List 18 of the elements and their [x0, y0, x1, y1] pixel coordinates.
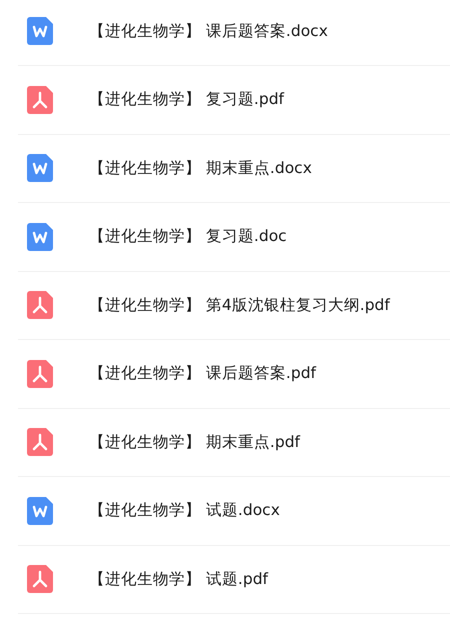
- pdf-document-icon: [27, 291, 53, 320]
- file-name[interactable]: 【进化生物学】 复习题.pdf: [89, 88, 284, 112]
- file-name[interactable]: 【进化生物学】 期末重点.docx: [89, 156, 312, 180]
- word-document-icon: [27, 496, 53, 525]
- pdf-document-icon: [27, 428, 53, 456]
- file-name[interactable]: 【进化生物学】 复习题.doc: [89, 225, 287, 248]
- pdf-document-icon: [27, 360, 53, 388]
- pdf-document-icon: [27, 86, 53, 114]
- pdf-document-icon: [27, 565, 53, 594]
- word-document-icon: [27, 17, 53, 46]
- file-name[interactable]: 【进化生物学】 第4版沈银柱复习大纲.pdf: [89, 294, 390, 317]
- file-name[interactable]: 【进化生物学】 试题.docx: [89, 499, 280, 522]
- word-document-icon: [27, 222, 53, 251]
- word-document-icon: [27, 154, 53, 182]
- file-name[interactable]: 【进化生物学】 试题.pdf: [89, 568, 268, 591]
- file-name[interactable]: 【进化生物学】 期末重点.pdf: [89, 430, 300, 454]
- file-name[interactable]: 【进化生物学】 课后题答案.pdf: [89, 362, 316, 386]
- file-name[interactable]: 【进化生物学】 课后题答案.docx: [89, 20, 328, 43]
